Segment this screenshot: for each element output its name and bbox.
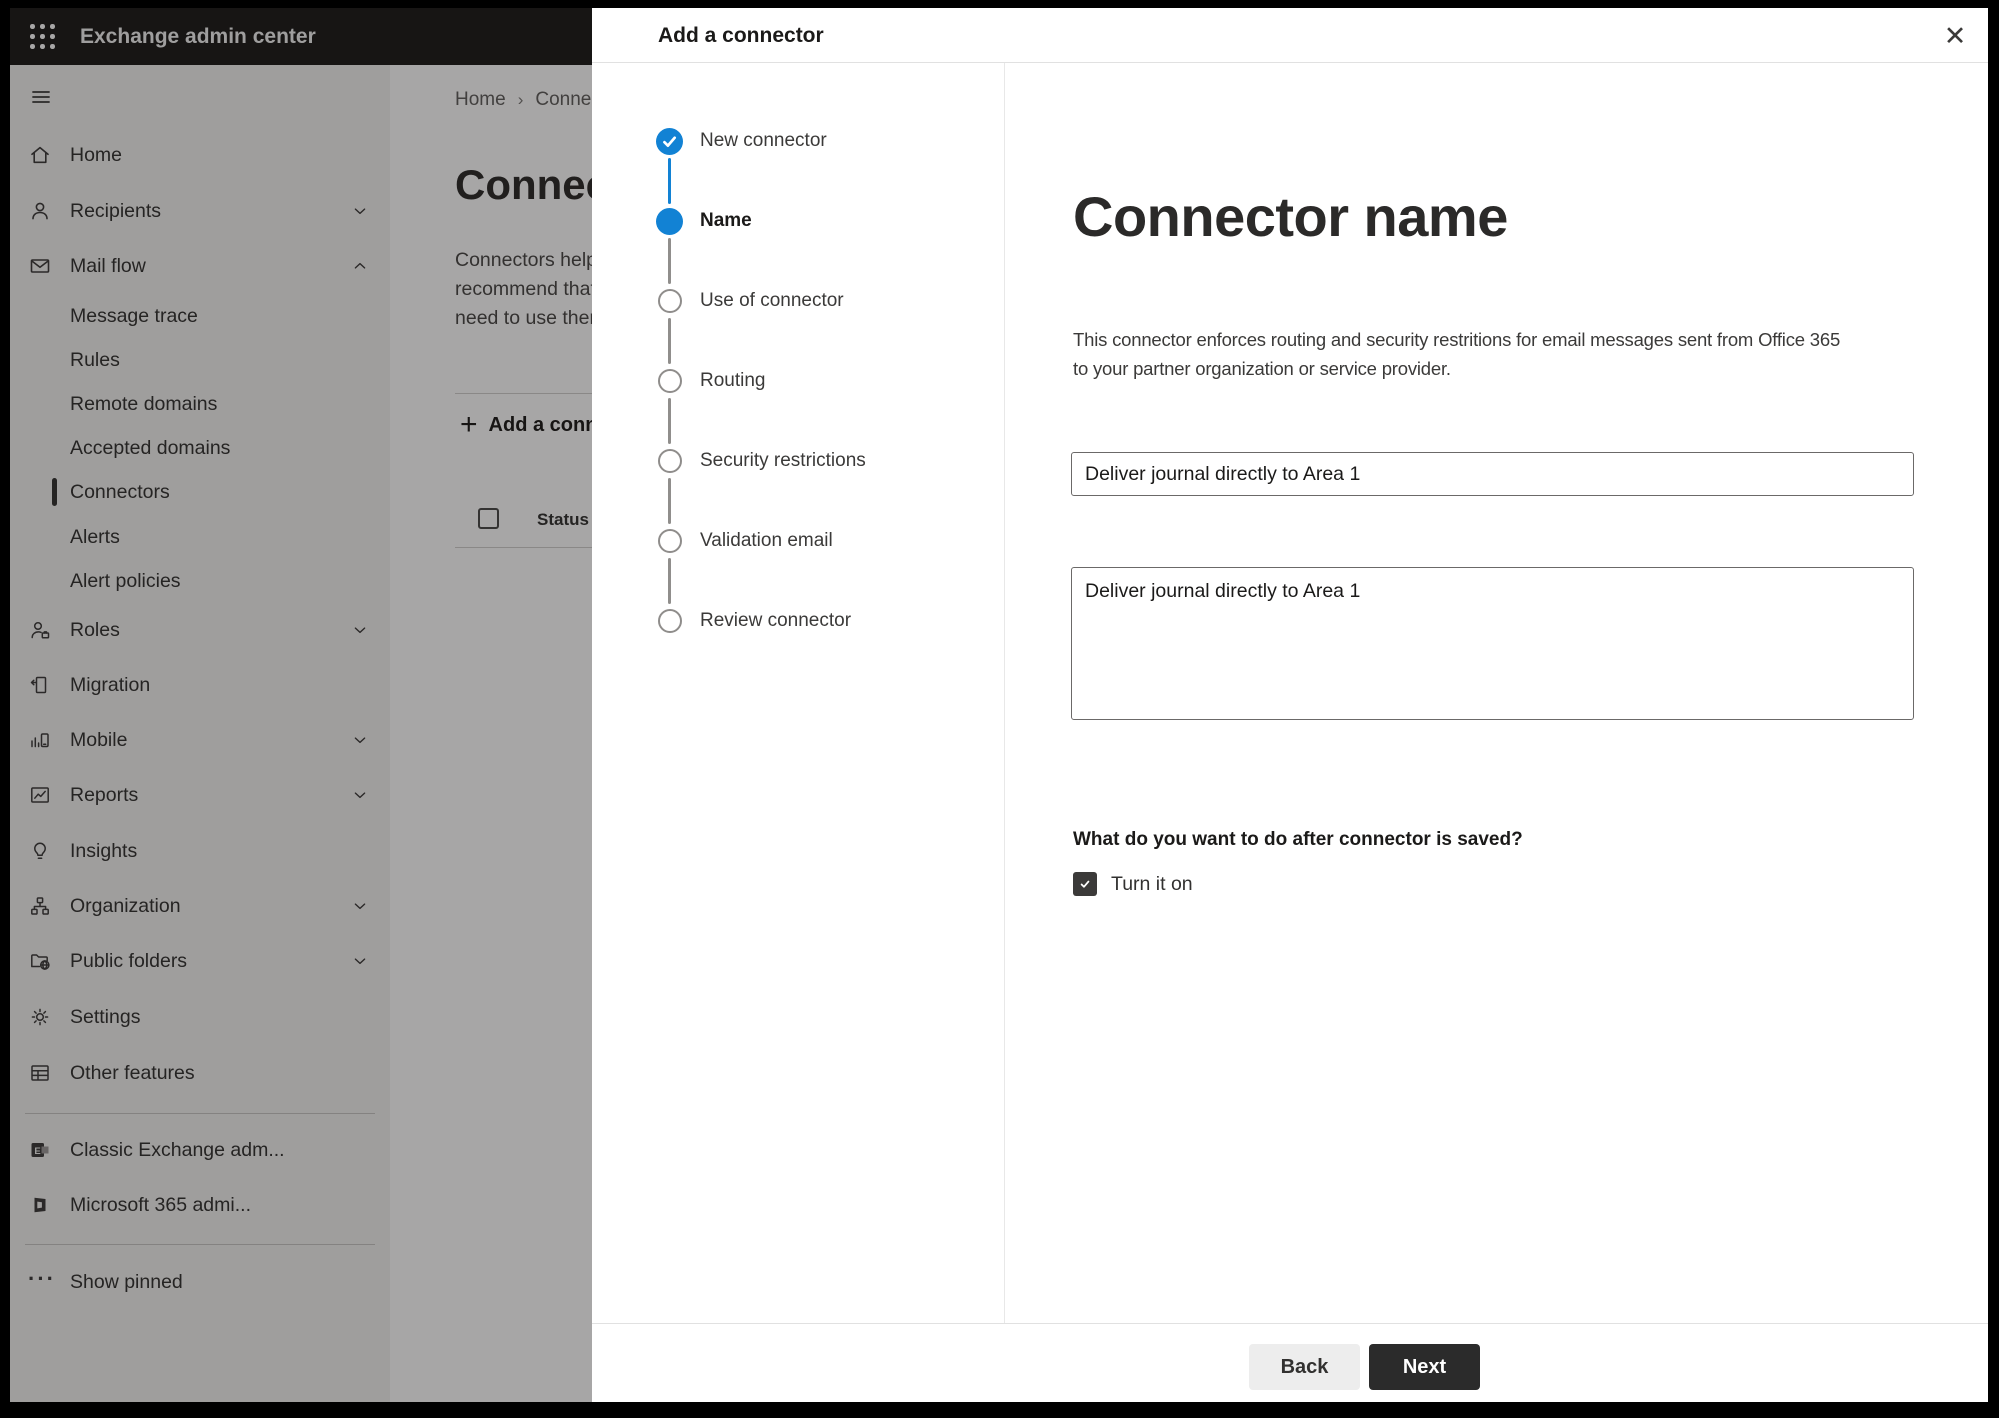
back-button[interactable]: Back — [1249, 1344, 1360, 1390]
step-connector-line — [668, 238, 671, 284]
step-connector-line — [668, 398, 671, 444]
step-upcoming-circle — [657, 369, 682, 393]
step-security-restrictions: Security restrictions — [592, 447, 1004, 475]
step-connector-line — [668, 478, 671, 524]
app-window: Exchange admin center Home Recipients Ma… — [10, 8, 1988, 1402]
description-textarea[interactable]: Deliver journal directly to Area 1 — [1071, 567, 1914, 720]
step-upcoming-circle — [657, 449, 682, 473]
step-routing: Routing — [592, 367, 1004, 395]
step-label: Validation email — [700, 530, 833, 551]
after-save-question: What do you want to do after connector i… — [1073, 829, 1523, 850]
turn-it-on-checkbox-row[interactable]: Turn it on — [1073, 872, 1193, 896]
step-upcoming-circle — [657, 289, 682, 313]
dialog-footer: Back Next — [592, 1323, 1988, 1402]
dialog-title: Add a connector — [658, 24, 824, 47]
step-connector-line — [668, 158, 671, 204]
name-input[interactable] — [1071, 452, 1914, 496]
step-label: Review connector — [700, 610, 852, 631]
step-connector-line — [668, 558, 671, 604]
step-label: Name — [700, 210, 752, 231]
step-description: This connector enforces routing and secu… — [1073, 325, 1840, 383]
step-upcoming-circle — [657, 609, 682, 633]
description-line: This connector enforces routing and secu… — [1073, 329, 1841, 350]
wizard-steps-panel: New connector Name Use of connector Rout… — [592, 63, 1005, 1323]
step-name[interactable]: Name — [592, 207, 1004, 235]
checkbox-checked-icon[interactable] — [1073, 872, 1097, 896]
step-label: Use of connector — [700, 290, 844, 311]
description-line: to your partner organization or service … — [1073, 358, 1451, 379]
step-completed-check-icon — [656, 127, 683, 155]
dialog-header: Add a connector ✕ — [592, 8, 1988, 63]
step-connector-line — [668, 318, 671, 364]
step-current-dot — [656, 207, 683, 235]
step-use-of-connector: Use of connector — [592, 287, 1004, 315]
add-connector-dialog: Add a connector ✕ New connector Name Use… — [592, 8, 1988, 1402]
step-heading: Connector name — [1073, 185, 1508, 248]
step-label: Routing — [700, 370, 766, 391]
step-new-connector[interactable]: New connector — [592, 127, 1004, 155]
wizard-content: Connector name This connector enforces r… — [1071, 63, 1914, 1323]
step-upcoming-circle — [657, 529, 682, 553]
step-validation-email: Validation email — [592, 527, 1004, 555]
step-review-connector: Review connector — [592, 607, 1004, 635]
step-label: Security restrictions — [700, 450, 866, 471]
step-label: New connector — [700, 130, 827, 151]
close-icon[interactable]: ✕ — [1932, 14, 1978, 58]
next-button[interactable]: Next — [1369, 1344, 1480, 1390]
turn-it-on-label[interactable]: Turn it on — [1111, 873, 1193, 896]
